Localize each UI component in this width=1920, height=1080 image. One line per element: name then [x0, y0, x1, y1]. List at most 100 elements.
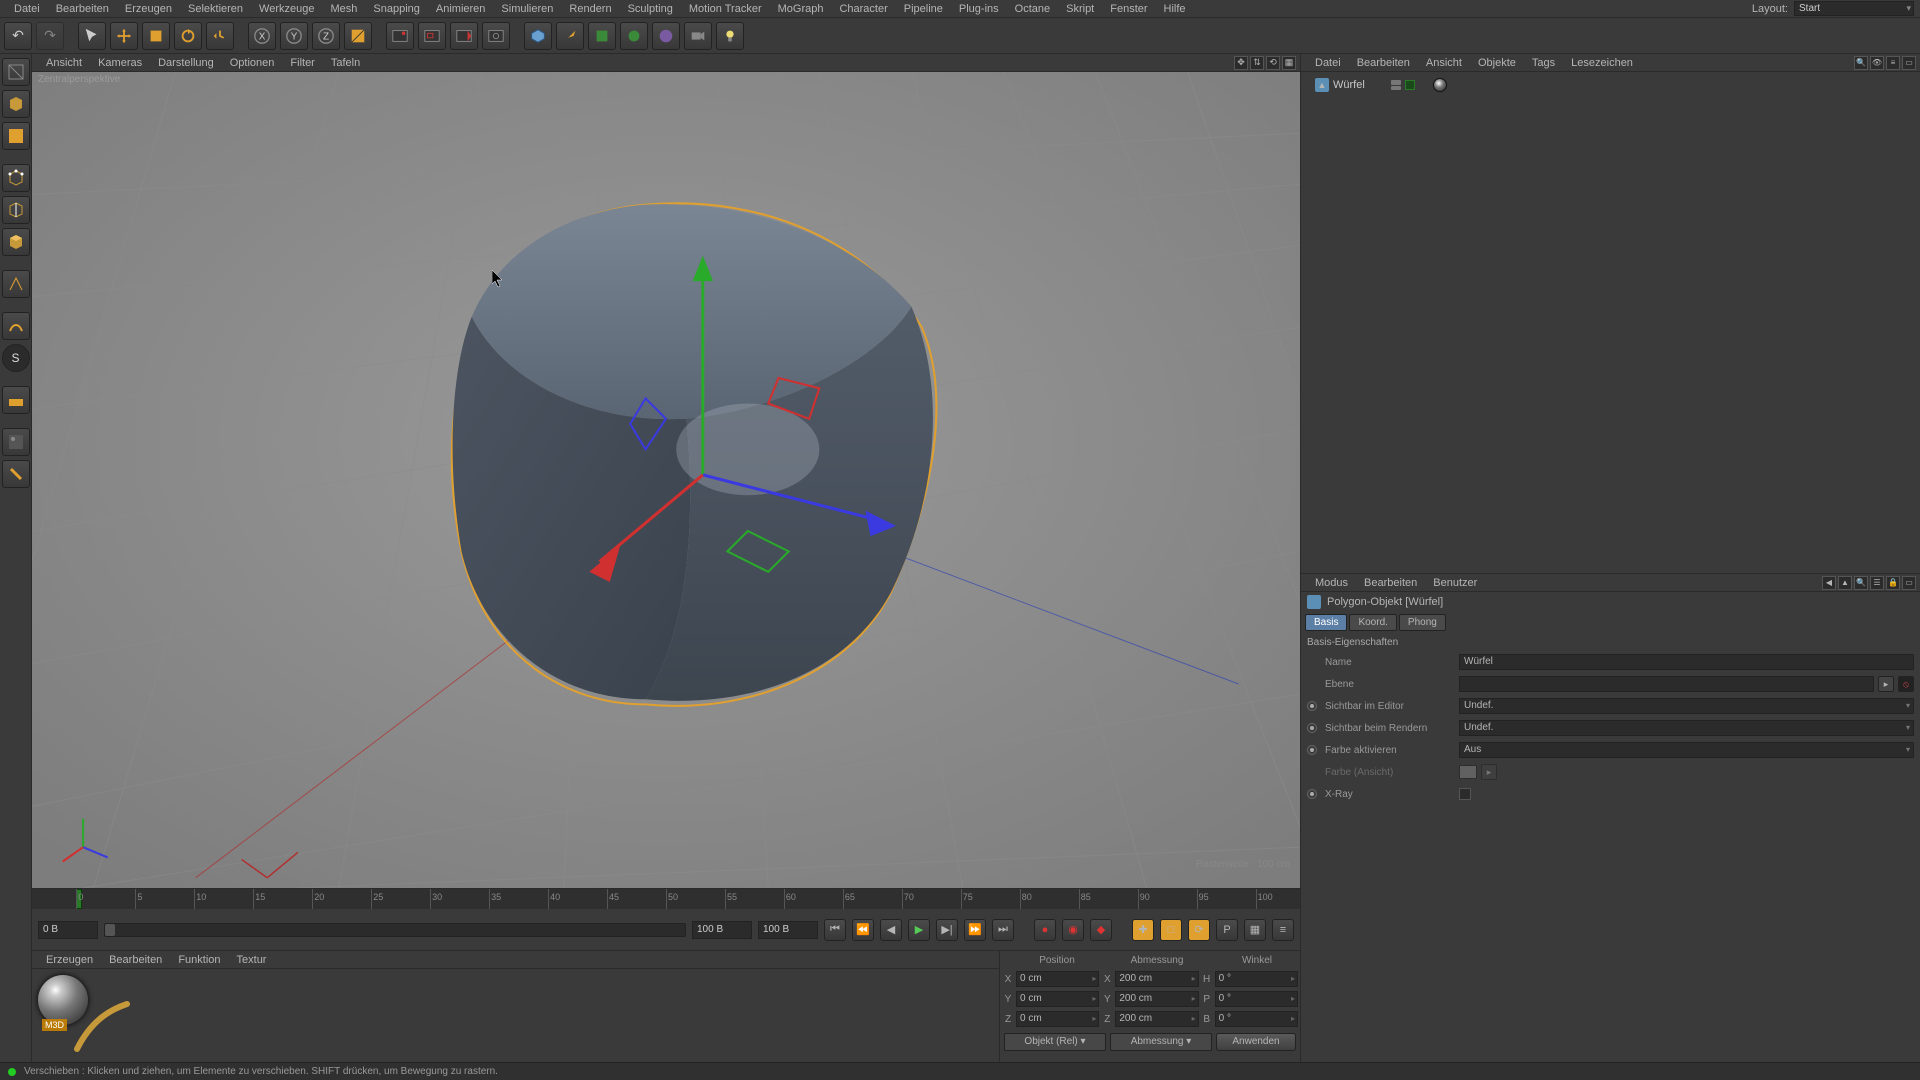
- keyframe-sel-button[interactable]: ◆: [1090, 919, 1112, 941]
- om-menu-ansicht[interactable]: Ansicht: [1418, 55, 1470, 71]
- render-region-button[interactable]: [418, 22, 446, 50]
- render-settings-button[interactable]: [482, 22, 510, 50]
- om-menu-lesezeichen[interactable]: Lesezeichen: [1563, 55, 1641, 71]
- tab-basis[interactable]: Basis: [1305, 614, 1347, 631]
- brush-a-icon[interactable]: [2, 428, 30, 456]
- menu-werkzeuge[interactable]: Werkzeuge: [251, 1, 322, 17]
- am-menu-modus[interactable]: Modus: [1307, 575, 1356, 591]
- range-start-field[interactable]: 0 B: [38, 921, 98, 939]
- attr-layer-field[interactable]: [1459, 676, 1874, 692]
- am-view-icon[interactable]: ▭: [1902, 576, 1916, 590]
- tab-koord[interactable]: Koord.: [1349, 614, 1396, 631]
- prev-key-button[interactable]: ⏪: [852, 919, 874, 941]
- polygon-mode-button[interactable]: [2, 228, 30, 256]
- menu-animieren[interactable]: Animieren: [428, 1, 494, 17]
- mat-menu-textur[interactable]: Textur: [229, 952, 275, 968]
- menu-rendern[interactable]: Rendern: [561, 1, 619, 17]
- attr-xray-radio[interactable]: [1307, 789, 1317, 799]
- om-menu-bearbeiten[interactable]: Bearbeiten: [1349, 55, 1418, 71]
- menu-pipeline[interactable]: Pipeline: [896, 1, 951, 17]
- key-rot-button[interactable]: ⟳: [1188, 919, 1210, 941]
- edge-mode-button[interactable]: [2, 196, 30, 224]
- step-back-button[interactable]: ◀: [880, 919, 902, 941]
- om-eye-icon[interactable]: 👁: [1870, 56, 1884, 70]
- om-filter-icon[interactable]: ≡: [1886, 56, 1900, 70]
- environment-button[interactable]: [652, 22, 680, 50]
- viewport[interactable]: Zentralperspektive: [32, 72, 1300, 888]
- rot-p-field[interactable]: 0 °: [1215, 991, 1298, 1007]
- am-new-icon[interactable]: ☰: [1870, 576, 1884, 590]
- make-editable-button[interactable]: [2, 58, 30, 86]
- menu-snapping[interactable]: Snapping: [365, 1, 428, 17]
- point-mode-button[interactable]: [2, 164, 30, 192]
- menu-character[interactable]: Character: [831, 1, 895, 17]
- pos-y-field[interactable]: 0 cm: [1016, 991, 1099, 1007]
- goto-start-button[interactable]: ⏮: [824, 919, 846, 941]
- rotate-tool[interactable]: [174, 22, 202, 50]
- snap-button[interactable]: S: [2, 344, 30, 372]
- rot-b-field[interactable]: 0 °: [1215, 1011, 1298, 1027]
- range-cur-field[interactable]: 100 B: [758, 921, 818, 939]
- render-picture-button[interactable]: [450, 22, 478, 50]
- light-button[interactable]: [716, 22, 744, 50]
- menu-octane[interactable]: Octane: [1007, 1, 1058, 17]
- am-menu-benutzer[interactable]: Benutzer: [1425, 575, 1485, 591]
- am-up-icon[interactable]: ▲: [1838, 576, 1852, 590]
- render-view-button[interactable]: [386, 22, 414, 50]
- coord-mode2-dropdown[interactable]: Abmessung ▾: [1110, 1033, 1212, 1051]
- om-menu-objekte[interactable]: Objekte: [1470, 55, 1524, 71]
- key-scale-button[interactable]: □: [1160, 919, 1182, 941]
- redo-button[interactable]: ↷: [36, 22, 64, 50]
- autokey-button[interactable]: ◉: [1062, 919, 1084, 941]
- size-x-field[interactable]: 200 cm: [1115, 971, 1198, 987]
- am-back-icon[interactable]: ◀: [1822, 576, 1836, 590]
- menu-bearbeiten[interactable]: Bearbeiten: [48, 1, 117, 17]
- menu-fenster[interactable]: Fenster: [1102, 1, 1155, 17]
- recent-tool[interactable]: [206, 22, 234, 50]
- vp-layout-icon[interactable]: ▦: [1282, 56, 1296, 70]
- x-axis-lock[interactable]: X: [248, 22, 276, 50]
- key-pos-button[interactable]: ✚: [1132, 919, 1154, 941]
- object-row-wuerfel[interactable]: ▲ Würfel: [1305, 76, 1916, 94]
- om-menu-datei[interactable]: Datei: [1307, 55, 1349, 71]
- record-button[interactable]: ●: [1034, 919, 1056, 941]
- enable-check-icon[interactable]: [1405, 80, 1415, 90]
- playhead-slider[interactable]: [104, 923, 686, 937]
- rot-h-field[interactable]: 0 °: [1215, 971, 1298, 987]
- attr-xray-checkbox[interactable]: [1459, 788, 1471, 800]
- model-mode-button[interactable]: [2, 90, 30, 118]
- attr-visrender-radio[interactable]: [1307, 723, 1317, 733]
- vp-menu-filter[interactable]: Filter: [282, 55, 322, 71]
- mat-menu-erzeugen[interactable]: Erzeugen: [38, 952, 101, 968]
- y-axis-lock[interactable]: Y: [280, 22, 308, 50]
- vp-menu-kameras[interactable]: Kameras: [90, 55, 150, 71]
- vp-dolly-icon[interactable]: ⇅: [1250, 56, 1264, 70]
- live-select-tool[interactable]: [78, 22, 106, 50]
- menu-erzeugen[interactable]: Erzeugen: [117, 1, 180, 17]
- spline-pen-button[interactable]: [556, 22, 584, 50]
- menu-mesh[interactable]: Mesh: [322, 1, 365, 17]
- om-view-icon[interactable]: ▭: [1902, 56, 1916, 70]
- am-search-icon[interactable]: 🔍: [1854, 576, 1868, 590]
- brush-b-icon[interactable]: [2, 460, 30, 488]
- mat-menu-bearbeiten[interactable]: Bearbeiten: [101, 952, 170, 968]
- workplane-button[interactable]: [2, 386, 30, 414]
- add-primitive-button[interactable]: [524, 22, 552, 50]
- next-key-button[interactable]: ⏩: [964, 919, 986, 941]
- layout-dropdown[interactable]: Start: [1794, 1, 1914, 16]
- attr-viseditor-dropdown[interactable]: Undef.: [1459, 698, 1914, 714]
- am-menu-bearbeiten[interactable]: Bearbeiten: [1356, 575, 1425, 591]
- key-param-button[interactable]: P: [1216, 919, 1238, 941]
- enable-axis-button[interactable]: [2, 270, 30, 298]
- vp-pan-icon[interactable]: ✥: [1234, 56, 1248, 70]
- menu-plugins[interactable]: Plug-ins: [951, 1, 1007, 17]
- timeline-ruler[interactable]: 0510152025303540455055606570758085909510…: [32, 889, 1300, 909]
- step-fwd-button[interactable]: ▶|: [936, 919, 958, 941]
- vp-menu-ansicht[interactable]: Ansicht: [38, 55, 90, 71]
- pos-x-field[interactable]: 0 cm: [1016, 971, 1099, 987]
- om-menu-tags[interactable]: Tags: [1524, 55, 1563, 71]
- vp-orbit-icon[interactable]: ⟲: [1266, 56, 1280, 70]
- menu-skript[interactable]: Skript: [1058, 1, 1102, 17]
- om-search-icon[interactable]: 🔍: [1854, 56, 1868, 70]
- scale-tool[interactable]: [142, 22, 170, 50]
